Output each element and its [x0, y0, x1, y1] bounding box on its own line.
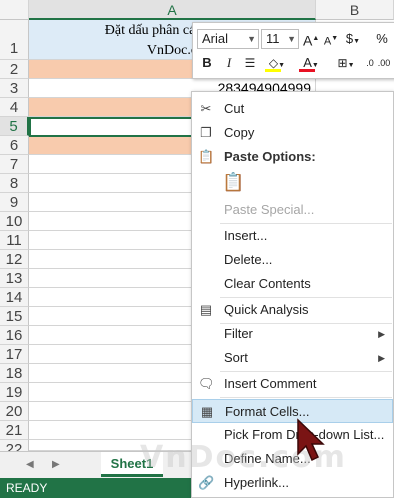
- format-cells-icon: ▦: [200, 404, 214, 419]
- menu-item-cut[interactable]: ✂ Cut: [192, 97, 393, 121]
- row-header-18[interactable]: 18: [0, 364, 29, 383]
- row-header-5[interactable]: 5: [0, 117, 29, 136]
- menu-item-sort[interactable]: Sort ▶: [192, 346, 393, 370]
- column-header-a[interactable]: A: [29, 0, 316, 20]
- mouse-pointer-icon: [297, 418, 325, 462]
- row-header-3[interactable]: 3: [0, 79, 29, 98]
- grow-font-label: A: [303, 32, 313, 49]
- select-all-corner[interactable]: [0, 0, 29, 20]
- italic-button[interactable]: I: [221, 53, 237, 73]
- row-header-9[interactable]: 9: [0, 193, 29, 212]
- increase-decimal-icon[interactable]: .0: [363, 53, 377, 73]
- currency-button[interactable]: $▼: [343, 29, 363, 49]
- row-header-20[interactable]: 20: [0, 402, 29, 421]
- copy-icon: ❐: [200, 125, 212, 140]
- row-header-11[interactable]: 11: [0, 231, 29, 250]
- font-color-letter: A: [303, 55, 312, 70]
- chevron-down-icon: ▼: [287, 34, 296, 44]
- menu-item-quick-analysis[interactable]: ▤ Quick Analysis: [192, 298, 393, 322]
- menu-item-copy[interactable]: ❐ Copy: [192, 121, 393, 145]
- fill-color-button[interactable]: ◇▼: [263, 53, 291, 73]
- menu-item-quick-analysis-label: Quick Analysis: [224, 302, 309, 317]
- paste-options-label: Paste Options:: [224, 149, 316, 164]
- percent-button[interactable]: %: [373, 29, 391, 49]
- status-ready: READY: [6, 481, 48, 495]
- menu-separator: [220, 397, 392, 398]
- submenu-arrow-icon: ▶: [378, 329, 385, 339]
- row-header-14[interactable]: 14: [0, 288, 29, 307]
- menu-item-format-cells[interactable]: ▦ Format Cells...: [192, 399, 393, 423]
- menu-item-sort-label: Sort: [224, 350, 248, 365]
- submenu-arrow-icon: ▶: [378, 353, 385, 363]
- fill-color-swatch: [265, 69, 281, 72]
- row-header-7[interactable]: 7: [0, 155, 29, 174]
- menu-item-copy-label: Copy: [224, 125, 255, 140]
- row-header-4[interactable]: 4: [0, 98, 29, 117]
- shrink-font-button[interactable]: A▼: [323, 29, 339, 49]
- column-header-b[interactable]: B: [316, 0, 394, 20]
- row-header-19[interactable]: 19: [0, 383, 29, 402]
- font-size-select[interactable]: 11 ▼: [261, 29, 299, 49]
- menu-item-clear-contents-label: Clear Contents: [224, 276, 311, 291]
- row-header-2[interactable]: 2: [0, 60, 29, 79]
- tab-scroll-right-icon[interactable]: ▶: [52, 459, 60, 470]
- menu-item-paste-special-label: Paste Special...: [224, 202, 315, 217]
- menu-item-insert[interactable]: Insert...: [192, 224, 393, 248]
- font-name-select[interactable]: Arial ▼: [197, 29, 259, 49]
- chevron-down-icon: ▼: [247, 34, 256, 44]
- borders-icon[interactable]: ⊞▼: [333, 53, 359, 73]
- paint-bucket-icon: ◇: [268, 56, 279, 70]
- hyperlink-icon: 🔗: [198, 475, 215, 490]
- mini-toolbar: Arial ▼ 11 ▼ A▲ A▼ $▼ % B I ☰ ◇▼ A▼ ⊞▼ .…: [192, 22, 394, 79]
- font-color-swatch: [299, 69, 315, 72]
- menu-item-insert-comment-label: Insert Comment: [224, 376, 317, 391]
- paste-options-header: 📋 Paste Options:: [192, 145, 393, 169]
- row-header-1[interactable]: 1: [0, 20, 29, 60]
- menu-item-insert-comment[interactable]: 🗨 Insert Comment: [192, 372, 393, 396]
- menu-item-paste-special[interactable]: Paste Special...: [192, 198, 393, 222]
- quick-analysis-icon: ▤: [199, 302, 213, 317]
- align-center-icon[interactable]: ☰: [241, 53, 259, 73]
- font-name-value: Arial: [202, 31, 229, 46]
- row-header-10[interactable]: 10: [0, 212, 29, 231]
- font-size-value: 11: [266, 31, 280, 46]
- scissors-icon: ✂: [200, 101, 212, 116]
- paste-clipboard-icon[interactable]: 📋: [222, 172, 244, 196]
- menu-item-filter[interactable]: Filter ▶: [192, 322, 393, 346]
- bold-button[interactable]: B: [199, 53, 215, 73]
- menu-item-clear-contents[interactable]: Clear Contents: [192, 272, 393, 296]
- grow-font-button[interactable]: A▲: [303, 29, 319, 49]
- menu-item-insert-label: Insert...: [224, 228, 268, 243]
- row-header-6[interactable]: 6: [0, 136, 29, 155]
- decrease-decimal-icon[interactable]: .00: [377, 53, 391, 73]
- menu-item-cut-label: Cut: [224, 101, 245, 116]
- menu-item-filter-label: Filter: [224, 326, 253, 341]
- percent-label: %: [376, 31, 388, 46]
- clipboard-icon: 📋: [198, 149, 215, 164]
- row-header-8[interactable]: 8: [0, 174, 29, 193]
- row-header-13[interactable]: 13: [0, 269, 29, 288]
- tab-scroll-left-icon[interactable]: ◀: [26, 459, 34, 470]
- row-header-16[interactable]: 16: [0, 326, 29, 345]
- font-color-button[interactable]: A▼: [297, 53, 325, 73]
- row-header-17[interactable]: 17: [0, 345, 29, 364]
- context-menu: ✂ Cut ❐ Copy 📋 Paste Options: 📋 Paste Sp…: [191, 91, 394, 498]
- menu-item-delete[interactable]: Delete...: [192, 248, 393, 272]
- comment-icon: 🗨: [198, 376, 215, 391]
- menu-item-delete-label: Delete...: [224, 252, 273, 267]
- row-header-15[interactable]: 15: [0, 307, 29, 326]
- row-header-21[interactable]: 21: [0, 421, 29, 440]
- row-header-12[interactable]: 12: [0, 250, 29, 269]
